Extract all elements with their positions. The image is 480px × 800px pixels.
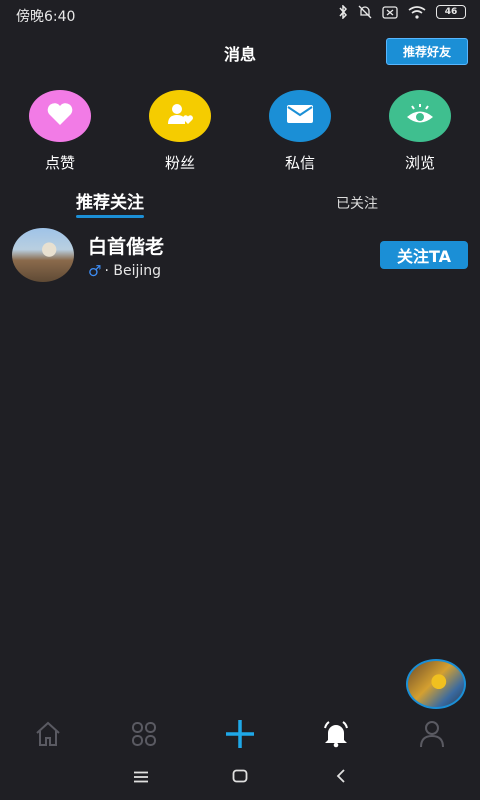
header: 消息 推荐好友 — [0, 32, 480, 72]
nav-profile[interactable] — [412, 720, 452, 752]
quick-actions: 点赞 粉丝 私信 浏览 — [0, 90, 480, 180]
quick-item-fans[interactable]: 粉丝 — [140, 90, 220, 173]
eye-icon — [405, 103, 435, 129]
user-name: 白首偕老 — [88, 236, 165, 258]
bluetooth-icon — [338, 5, 348, 19]
quick-item-views[interactable]: 浏览 — [380, 90, 460, 173]
views-circle — [389, 90, 451, 142]
mute-bell-icon — [358, 5, 372, 19]
mail-icon — [286, 104, 314, 128]
bell-icon — [322, 720, 350, 752]
home-icon — [34, 721, 62, 751]
plus-icon — [224, 718, 256, 754]
quick-item-messages[interactable]: 私信 — [260, 90, 340, 173]
system-navigation — [0, 756, 480, 800]
quick-item-likes[interactable]: 点赞 — [20, 90, 100, 173]
sim-off-icon — [382, 5, 398, 19]
user-meta: ♂ · Beijing — [88, 262, 161, 280]
male-icon: ♂ — [88, 262, 102, 280]
status-time: 傍晚6:40 — [16, 9, 76, 25]
follow-button[interactable]: 关注TA — [380, 241, 468, 269]
quick-label-likes: 点赞 — [44, 154, 75, 172]
quick-label-messages: 私信 — [284, 154, 315, 172]
home-button[interactable] — [225, 766, 255, 788]
quick-label-fans: 粉丝 — [164, 154, 195, 172]
nav-discover[interactable] — [124, 720, 164, 752]
list-item[interactable]: 白首偕老 ♂ · Beijing 关注TA — [0, 226, 480, 286]
quick-label-views: 浏览 — [404, 154, 435, 172]
fans-circle — [149, 90, 211, 142]
back-button[interactable] — [326, 766, 356, 788]
avatar[interactable] — [12, 228, 74, 282]
wifi-icon — [408, 5, 426, 19]
user-heart-icon — [166, 102, 194, 130]
menu-button[interactable] — [126, 766, 156, 788]
heart-icon — [46, 102, 74, 130]
grid-icon — [131, 721, 157, 751]
messages-circle — [269, 90, 331, 142]
tab-following[interactable]: 已关注 — [336, 193, 378, 213]
nav-create[interactable] — [220, 720, 260, 752]
nav-messages[interactable] — [316, 720, 356, 752]
battery-indicator: 46 — [436, 5, 466, 19]
tab-recommended-label: 推荐关注 — [76, 193, 144, 213]
profile-icon — [419, 720, 445, 752]
likes-circle — [29, 90, 91, 142]
tab-underline — [76, 215, 144, 218]
floating-avatar[interactable] — [406, 659, 466, 709]
nav-home[interactable] — [28, 720, 68, 752]
status-bar: 傍晚6:40 46 — [0, 0, 480, 30]
menu-icon — [133, 768, 149, 787]
tab-recommended[interactable]: 推荐关注 — [76, 188, 144, 218]
follow-tabs: 推荐关注 已关注 — [0, 188, 480, 220]
status-icons: 46 — [338, 5, 466, 19]
bottom-nav — [0, 714, 480, 756]
back-icon — [336, 768, 346, 787]
square-home-icon — [232, 768, 248, 787]
recommend-friends-button[interactable]: 推荐好友 — [386, 38, 468, 65]
user-location: · Beijing — [104, 263, 161, 279]
